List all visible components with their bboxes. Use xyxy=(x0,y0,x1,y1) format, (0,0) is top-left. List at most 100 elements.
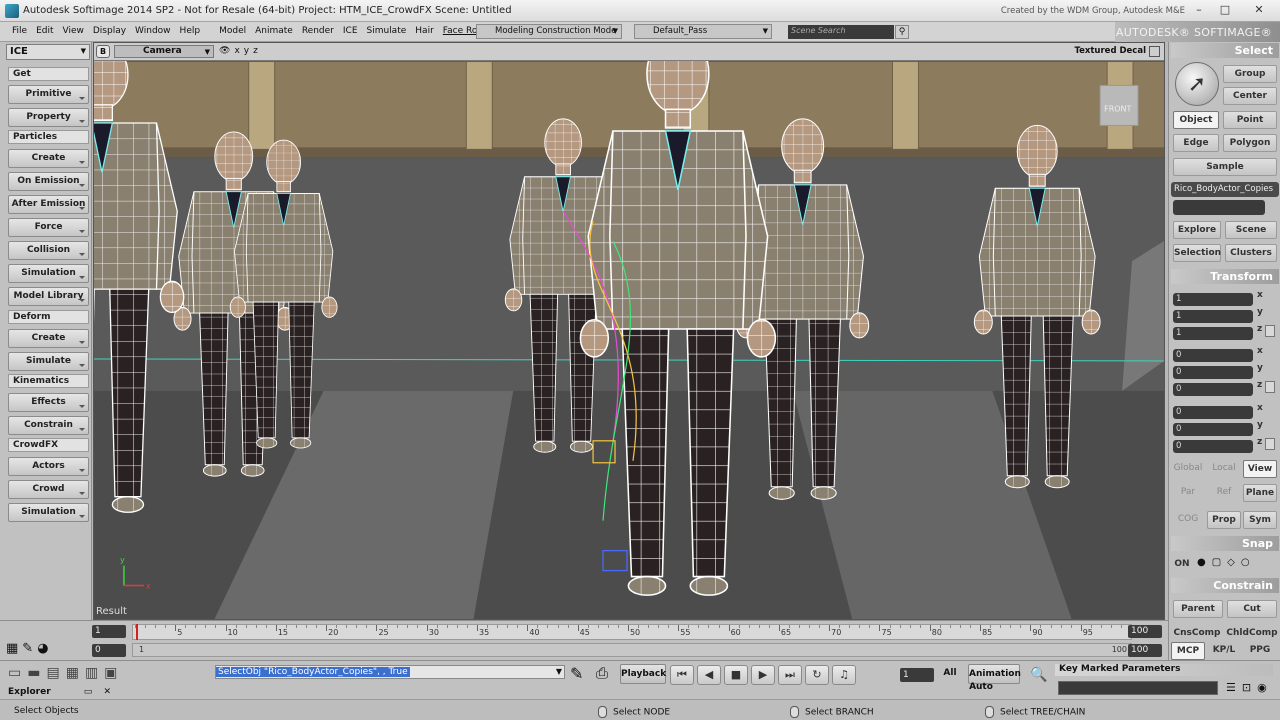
playback-button[interactable]: Playback xyxy=(620,664,666,684)
layout-split-icon[interactable]: ▬ xyxy=(27,665,40,681)
chldcomp-button[interactable]: ChldComp xyxy=(1225,625,1279,643)
loop-icon[interactable]: ↻ xyxy=(805,665,829,685)
explore-button[interactable]: Explore xyxy=(1173,221,1221,239)
particles-simulation-button[interactable]: Simulation xyxy=(8,264,89,283)
construction-mode-select[interactable]: Modeling Construction Mode ▼ xyxy=(476,24,622,39)
maximize-viewport-icon[interactable] xyxy=(1149,46,1160,57)
mcp-tab[interactable]: MCP xyxy=(1171,642,1205,660)
maximize-button[interactable]: □ xyxy=(1212,0,1238,18)
actors-button[interactable]: Actors xyxy=(8,457,89,476)
prop-button[interactable]: Prop xyxy=(1207,511,1241,529)
close-button[interactable]: ✕ xyxy=(1240,0,1278,18)
group-button[interactable]: Group xyxy=(1223,65,1277,83)
object-button[interactable]: Object xyxy=(1173,111,1219,129)
cog-button[interactable]: COG xyxy=(1171,511,1205,529)
layers-icon[interactable]: ▦ xyxy=(6,641,18,656)
ppg-tab[interactable]: PPG xyxy=(1243,642,1277,660)
viewport-b-button[interactable]: B xyxy=(96,45,110,58)
stop-icon[interactable]: ■ xyxy=(724,665,748,685)
menu-help[interactable]: Help xyxy=(180,26,201,36)
collision-button[interactable]: Collision xyxy=(8,241,89,260)
menu-file[interactable]: File xyxy=(12,26,27,36)
current-frame-field[interactable]: 1 xyxy=(900,668,934,682)
kpl-tab[interactable]: KP/L xyxy=(1207,642,1241,660)
sample-button[interactable]: Sample xyxy=(1173,158,1277,176)
menu-render[interactable]: Render xyxy=(302,26,334,36)
global-button[interactable]: Global xyxy=(1171,460,1205,478)
brush-icon[interactable]: ✎ xyxy=(22,641,33,656)
axis-z-toggle[interactable]: z xyxy=(253,46,258,56)
layout-three-icon[interactable]: ▤ xyxy=(46,665,59,681)
after-emission-button[interactable]: After Emission xyxy=(8,195,89,214)
menu-animate[interactable]: Animate xyxy=(255,26,293,36)
menu-edit[interactable]: Edit xyxy=(36,26,53,36)
timeline-range-bar[interactable]: 1 100 xyxy=(132,643,1132,657)
select-arrow-icon[interactable]: ➚ xyxy=(1175,62,1219,106)
key-marked-parameters[interactable]: Key Marked Parameters xyxy=(1055,664,1273,676)
deform-simulate-button[interactable]: Simulate xyxy=(8,352,89,371)
menu-simulate[interactable]: Simulate xyxy=(367,26,407,36)
key-lock-icon[interactable]: ⊡ xyxy=(1242,681,1251,694)
auto-key-button[interactable]: Auto xyxy=(968,681,994,695)
rotate-y-field[interactable]: 0 xyxy=(1173,366,1253,379)
force-button[interactable]: Force xyxy=(8,218,89,237)
menu-window[interactable]: Window xyxy=(135,26,171,36)
point-button[interactable]: Point xyxy=(1223,111,1277,129)
cut-button[interactable]: Cut xyxy=(1227,600,1277,618)
section-crowdfx[interactable]: CrowdFX xyxy=(8,438,89,452)
menu-ice[interactable]: ICE xyxy=(343,26,358,36)
ref-button[interactable]: Ref xyxy=(1207,484,1241,502)
menu-view[interactable]: View xyxy=(63,26,84,36)
rotate-z-field[interactable]: 0 xyxy=(1173,383,1253,396)
key-menu-icon[interactable]: ☰ xyxy=(1226,681,1236,694)
key-icon[interactable]: 🔍 xyxy=(1030,667,1047,683)
chevron-down-icon[interactable]: ▼ xyxy=(556,666,562,678)
menu-model[interactable]: Model xyxy=(219,26,246,36)
section-kinematics[interactable]: Kinematics xyxy=(8,374,89,388)
section-deform[interactable]: Deform xyxy=(8,310,89,324)
shading-mode[interactable]: Textured Decal xyxy=(1074,46,1146,56)
playhead[interactable] xyxy=(136,624,138,640)
center-button[interactable]: Center xyxy=(1223,87,1277,105)
cnscomp-button[interactable]: CnsComp xyxy=(1171,625,1223,643)
scene-search-input[interactable]: Scene Search xyxy=(788,25,894,39)
explorer-close-icon[interactable]: ✕ xyxy=(103,687,111,697)
get-primitive-button[interactable]: Primitive xyxy=(8,85,89,104)
plane-button[interactable]: Plane xyxy=(1243,484,1277,502)
menu-display[interactable]: Display xyxy=(93,26,126,36)
scene-button[interactable]: Scene xyxy=(1225,221,1277,239)
timeline-current-field[interactable]: 0 xyxy=(92,644,126,657)
on-emission-button[interactable]: On Emission xyxy=(8,172,89,191)
rotate-x-field[interactable]: 0 xyxy=(1173,349,1253,362)
layout-custom-icon[interactable]: ▣ xyxy=(104,665,117,681)
timeline-ruler[interactable]: 5 10 15 20 25 30 35 40 45 50 55 60 65 70 75 80 85 90 95 xyxy=(132,624,1132,640)
sym-button[interactable]: Sym xyxy=(1243,511,1277,529)
play-icon[interactable]: ▶ xyxy=(751,665,775,685)
timeline-start-field[interactable]: 1 xyxy=(92,625,126,638)
edge-button[interactable]: Edge xyxy=(1173,134,1219,152)
next-frame-icon[interactable]: ⏭ xyxy=(778,665,802,685)
render-pass-select[interactable]: Default_Pass ▼ xyxy=(634,24,772,39)
scale-icon[interactable] xyxy=(1265,325,1275,337)
key-marked-bar[interactable] xyxy=(1058,681,1218,695)
visibility-eye-icon[interactable]: 👁 xyxy=(219,46,230,56)
palette-icon[interactable]: ◕ xyxy=(37,641,48,656)
scale-x-field[interactable]: 1 xyxy=(1173,293,1253,306)
section-get[interactable]: Get xyxy=(8,67,89,81)
script-command-line[interactable]: SelectObj "Rico_BodyActor_Copies", , Tru… xyxy=(215,665,565,679)
menu-hair[interactable]: Hair xyxy=(415,26,433,36)
deform-create-button[interactable]: Create xyxy=(8,329,89,348)
get-property-button[interactable]: Property xyxy=(8,108,89,127)
selected-object-name[interactable]: Rico_BodyActor_Copies xyxy=(1171,182,1279,197)
previous-frame-icon[interactable]: ◀ xyxy=(697,665,721,685)
selection-button[interactable]: Selection xyxy=(1173,244,1221,262)
section-particles[interactable]: Particles xyxy=(8,130,89,144)
local-button[interactable]: Local xyxy=(1207,460,1241,478)
layout-single-icon[interactable]: ▭ xyxy=(8,665,21,681)
effects-button[interactable]: Effects xyxy=(8,393,89,412)
layout-vertical-icon[interactable]: ▥ xyxy=(85,665,98,681)
axis-x-toggle[interactable]: x xyxy=(234,46,239,56)
key-set-icon[interactable]: ◉ xyxy=(1257,681,1267,694)
rotate-icon[interactable] xyxy=(1265,381,1275,393)
translate-z-field[interactable]: 0 xyxy=(1173,440,1253,453)
